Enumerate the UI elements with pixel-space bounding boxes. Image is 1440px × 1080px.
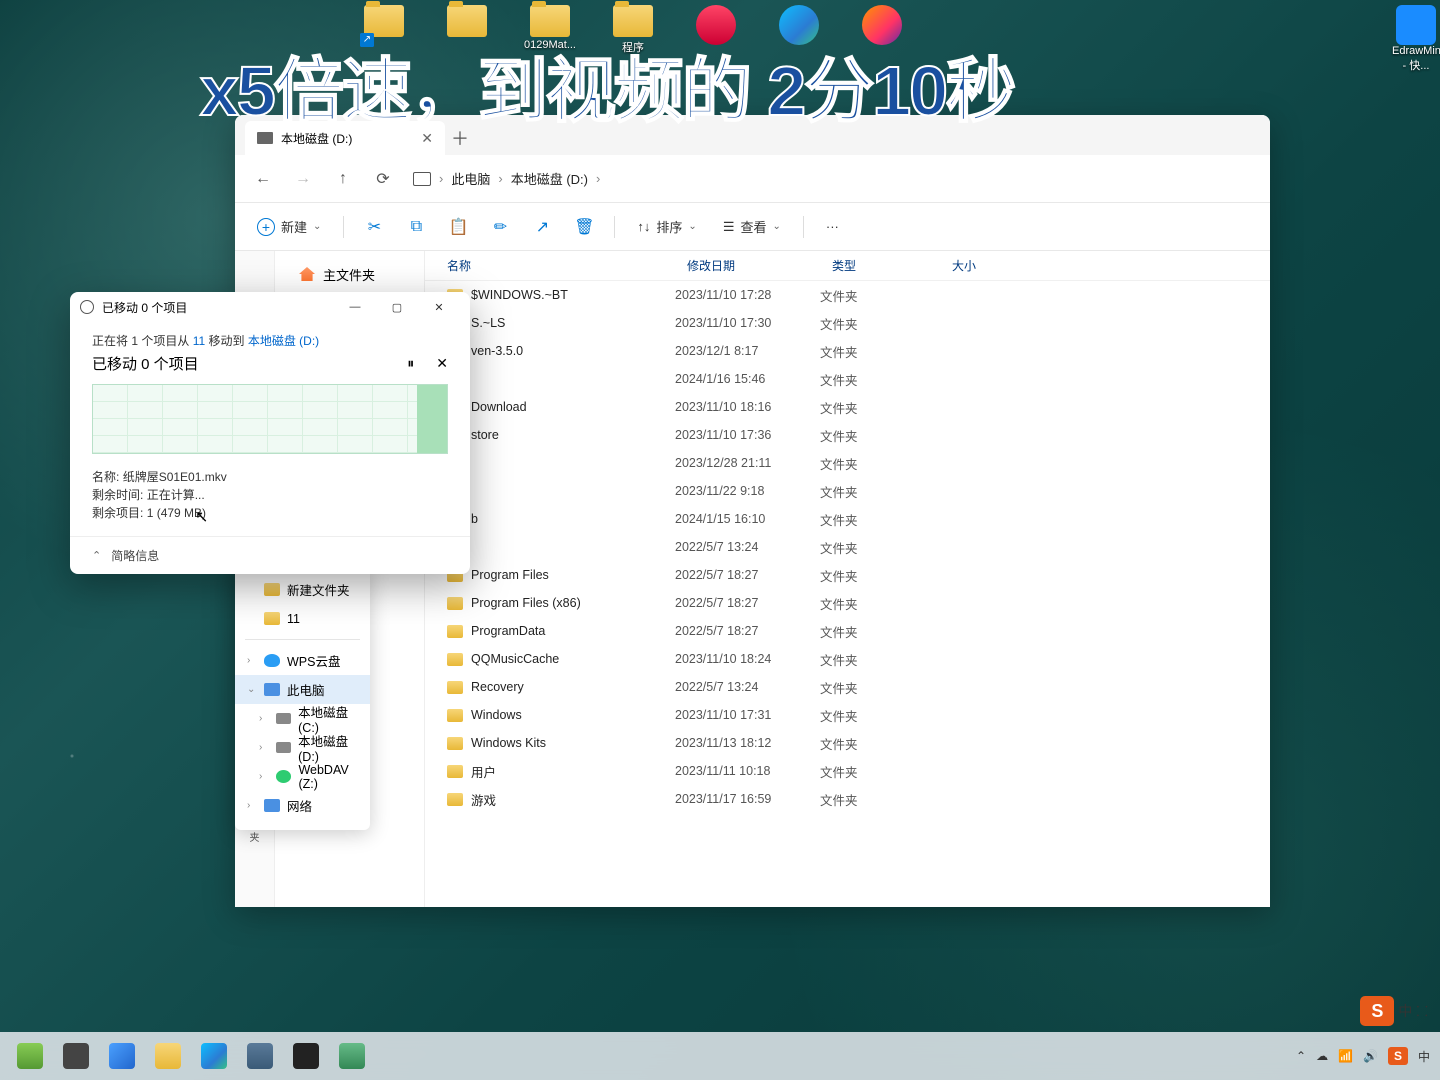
- taskbar-app2-button[interactable]: [332, 1036, 372, 1076]
- col-size[interactable]: 大小: [940, 257, 1020, 274]
- delete-button[interactable]: 🗑: [566, 211, 602, 243]
- explorer-navbar: ← → ↑ ⟳ › 此电脑 › 本地磁盘 (D:) ›: [235, 155, 1270, 203]
- nav-forward-button[interactable]: →: [285, 161, 321, 197]
- navpane-home[interactable]: 主文件夹: [275, 259, 424, 289]
- view-button[interactable]: ☰ 查看 ⌄: [713, 211, 791, 243]
- table-row[interactable]: Program Files (x86)2022/5/7 18:27文件夹: [425, 589, 1270, 617]
- table-row[interactable]: store2023/11/10 17:36文件夹: [425, 421, 1270, 449]
- transfer-cancel-button[interactable]: ✕: [436, 355, 448, 372]
- transfer-heading: 已移动 0 个项目: [92, 353, 199, 374]
- tree-item[interactable]: ›本地磁盘 (C:): [235, 704, 370, 733]
- table-row[interactable]: 2024/1/16 15:46文件夹: [425, 365, 1270, 393]
- ime-indicator[interactable]: S 中 ⸬: [1360, 996, 1428, 1026]
- transfer-footer-toggle[interactable]: ⌃简略信息: [70, 536, 470, 574]
- table-row[interactable]: 用户2023/11/11 10:18文件夹: [425, 757, 1270, 785]
- dialog-close-button[interactable]: ✕: [418, 293, 460, 321]
- rename-button[interactable]: ✏: [482, 211, 518, 243]
- tree-item[interactable]: ›网络: [235, 791, 370, 820]
- table-row[interactable]: $WINDOWS.~BT2023/11/10 17:28文件夹: [425, 281, 1270, 309]
- pc-icon: [413, 172, 431, 186]
- transfer-message: 正在将 1 个项目从 11 移动到 本地磁盘 (D:): [92, 332, 448, 349]
- taskbar-explorer-button[interactable]: [148, 1036, 188, 1076]
- table-row[interactable]: ProgramData2022/5/7 18:27文件夹: [425, 617, 1270, 645]
- file-transfer-dialog: 已移动 0 个项目 — ▢ ✕ 正在将 1 个项目从 11 移动到 本地磁盘 (…: [70, 292, 470, 574]
- file-list-header: 名称 修改日期 类型 大小: [425, 251, 1270, 281]
- cut-button[interactable]: ✂: [356, 211, 392, 243]
- tray-volume-icon[interactable]: 🔊: [1363, 1049, 1378, 1063]
- col-date[interactable]: 修改日期: [675, 257, 820, 274]
- table-row[interactable]: b2024/1/15 16:10文件夹: [425, 505, 1270, 533]
- nav-back-button[interactable]: ←: [245, 161, 281, 197]
- taskbar-start-button[interactable]: [10, 1036, 50, 1076]
- table-row[interactable]: 游戏2023/11/17 16:59文件夹: [425, 785, 1270, 813]
- table-row[interactable]: Program Files2022/5/7 18:27文件夹: [425, 561, 1270, 589]
- tree-item[interactable]: ⌄此电脑: [235, 675, 370, 704]
- cursor-icon: ↖: [195, 507, 208, 527]
- table-row[interactable]: 2022/5/7 13:24文件夹: [425, 533, 1270, 561]
- video-overlay-text: x5倍速，到视频的 2分10秒: [200, 35, 1014, 136]
- tree-item[interactable]: ›WPS云盘: [235, 646, 370, 675]
- table-row[interactable]: Windows2023/11/10 17:31文件夹: [425, 701, 1270, 729]
- table-row[interactable]: Recovery2022/5/7 13:24文件夹: [425, 673, 1270, 701]
- col-type[interactable]: 类型: [820, 257, 940, 274]
- taskbar-edge-button[interactable]: [194, 1036, 234, 1076]
- tray-ime-mode[interactable]: 中: [1418, 1048, 1430, 1065]
- breadcrumb[interactable]: › 此电脑 › 本地磁盘 (D:) ›: [413, 169, 600, 188]
- crumb-this-pc[interactable]: 此电脑: [451, 169, 490, 188]
- file-list: 名称 修改日期 类型 大小 $WINDOWS.~BT2023/11/10 17:…: [425, 251, 1270, 907]
- nav-refresh-button[interactable]: ⟳: [365, 161, 401, 197]
- dialog-title: 已移动 0 个项目: [102, 299, 187, 316]
- dialog-minimize-button[interactable]: —: [334, 293, 376, 321]
- table-row[interactable]: QQMusicCache2023/11/10 18:24文件夹: [425, 645, 1270, 673]
- system-tray[interactable]: ⌃ ☁ 📶 🔊 S 中: [1296, 1047, 1430, 1065]
- tray-ime-s-icon[interactable]: S: [1388, 1047, 1408, 1065]
- sort-button[interactable]: ↑↓ 排序 ⌄: [627, 211, 706, 243]
- table-row[interactable]: ven-3.5.02023/12/1 8:17文件夹: [425, 337, 1270, 365]
- nav-up-button[interactable]: ↑: [325, 161, 361, 197]
- clock-icon: [80, 300, 94, 314]
- table-row[interactable]: S.~LS2023/11/10 17:30文件夹: [425, 309, 1270, 337]
- more-button[interactable]: ···: [816, 211, 849, 243]
- tree-item[interactable]: ›WebDAV (Z:): [235, 762, 370, 791]
- table-row[interactable]: Download2023/11/10 18:16文件夹: [425, 393, 1270, 421]
- transfer-details: 名称: 纸牌屋S01E01.mkv 剩余时间: 正在计算... 剩余项目: 1 …: [92, 468, 448, 522]
- crumb-d-drive[interactable]: 本地磁盘 (D:): [511, 169, 588, 188]
- tray-wifi-icon[interactable]: 📶: [1338, 1049, 1353, 1063]
- dialog-maximize-button[interactable]: ▢: [376, 293, 418, 321]
- table-row[interactable]: Windows Kits2023/11/13 18:12文件夹: [425, 729, 1270, 757]
- col-name[interactable]: 名称: [425, 257, 675, 274]
- tree-item[interactable]: 11: [235, 604, 370, 633]
- share-button[interactable]: ↗: [524, 211, 560, 243]
- taskbar-terminal-button[interactable]: [286, 1036, 326, 1076]
- transfer-pause-button[interactable]: ⏸: [407, 355, 414, 372]
- transfer-speed-graph: ↖: [92, 384, 448, 454]
- nav-tree-flyout: 新建文件夹11 ›WPS云盘⌄此电脑›本地磁盘 (C:)›本地磁盘 (D:)›We…: [235, 565, 370, 830]
- tree-item[interactable]: ›本地磁盘 (D:): [235, 733, 370, 762]
- tray-cloud-icon[interactable]: ☁: [1316, 1049, 1328, 1063]
- taskbar: ⌃ ☁ 📶 🔊 S 中: [0, 1032, 1440, 1080]
- explorer-toolbar: +新建⌄ ✂ ⧉ 📋 ✏ ↗ 🗑 ↑↓ 排序 ⌄ ☰ 查看 ⌄ ···: [235, 203, 1270, 251]
- taskbar-app1-button[interactable]: [56, 1036, 96, 1076]
- table-row[interactable]: 2023/12/28 21:11文件夹: [425, 449, 1270, 477]
- taskbar-widgets-button[interactable]: [102, 1036, 142, 1076]
- tree-item[interactable]: 新建文件夹: [235, 575, 370, 604]
- edrawmind-shortcut[interactable]: EdrawMind - 快...: [1392, 5, 1440, 73]
- taskbar-browser-button[interactable]: [240, 1036, 280, 1076]
- paste-button[interactable]: 📋: [440, 211, 476, 243]
- new-button[interactable]: +新建⌄: [247, 211, 331, 243]
- copy-button[interactable]: ⧉: [398, 211, 434, 243]
- tray-chevron-icon[interactable]: ⌃: [1296, 1049, 1306, 1063]
- table-row[interactable]: 2023/11/22 9:18文件夹: [425, 477, 1270, 505]
